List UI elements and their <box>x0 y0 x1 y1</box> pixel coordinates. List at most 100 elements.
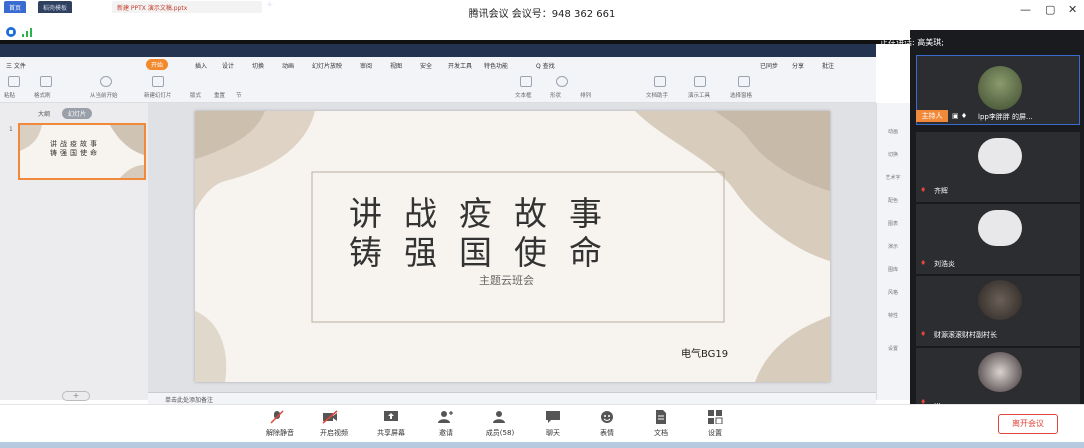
play-label: 从当前开始 <box>90 93 118 99</box>
tab-template[interactable]: 稻壳模板 <box>38 1 73 13</box>
tool-features[interactable]: 特性 <box>878 312 908 319</box>
tool-colors[interactable]: 配色 <box>878 197 908 204</box>
play-icon[interactable] <box>100 76 112 87</box>
participant-name: 齐辉 <box>934 187 948 195</box>
reactions-button[interactable]: 表情 <box>582 428 632 438</box>
tool-present[interactable]: 演示 <box>878 243 908 250</box>
menu-features[interactable]: 特色功能 <box>484 61 508 70</box>
host-badge: 主持人 <box>916 110 948 122</box>
menu-view[interactable]: 视图 <box>390 61 402 70</box>
tool-settings[interactable]: 设置 <box>878 345 908 352</box>
presentation-tools-label: 演示工具 <box>688 93 711 99</box>
slide-author[interactable]: 电气BG19 <box>681 345 728 360</box>
doc-assistant-label: 文档助手 <box>646 93 669 99</box>
tool-wordart[interactable]: 艺术字 <box>878 174 908 181</box>
share-screen-icon[interactable] <box>383 410 399 424</box>
menu-transition[interactable]: 切换 <box>252 61 264 70</box>
arrange-label: 排列 <box>580 93 592 99</box>
new-slide-label: 新建幻灯片 <box>144 93 172 99</box>
tab-document[interactable]: 新建 PPTX 演示文稿.pptx <box>112 1 262 13</box>
shape-icon[interactable] <box>556 76 568 87</box>
avatar <box>978 210 1022 246</box>
tool-gallery[interactable]: 图库 <box>878 266 908 273</box>
layout-label: 版式 <box>190 93 202 99</box>
selection-pane-label: 选择窗格 <box>730 93 753 99</box>
avatar <box>978 138 1022 174</box>
menu-animation[interactable]: 动画 <box>282 61 294 70</box>
menu-design[interactable]: 设计 <box>222 61 234 70</box>
chat-button[interactable]: 聊天 <box>528 428 578 438</box>
textbox-icon[interactable] <box>520 76 532 87</box>
menu-insert[interactable]: 插入 <box>195 61 207 70</box>
invite-icon[interactable] <box>437 410 453 424</box>
speaking-indicator: 正在讲话: 高美琪; <box>880 38 944 47</box>
tab-slides[interactable]: 幻灯片 <box>62 108 93 119</box>
security-shield-icon[interactable] <box>6 27 16 37</box>
members-button[interactable]: 成员(58) <box>475 428 525 438</box>
muted-mic-icon: ♦ <box>920 186 927 194</box>
tool-style[interactable]: 风格 <box>878 289 908 296</box>
tab-outline[interactable]: 大纲 <box>38 109 50 118</box>
chat-icon[interactable] <box>545 410 561 424</box>
muted-mic-icon: ♦ <box>920 259 927 267</box>
settings-button[interactable]: 设置 <box>690 428 740 438</box>
format-painter-label: 格式刷 <box>34 93 51 99</box>
invite-button[interactable]: 邀请 <box>421 428 471 438</box>
paste-icon[interactable] <box>8 76 20 87</box>
avatar <box>978 352 1022 392</box>
comment-button[interactable]: 批注 <box>822 61 834 70</box>
participant-name: lpp李胖胖 的屏... <box>978 113 1033 121</box>
participant-name: 财源滚滚财村副村长 <box>934 331 997 339</box>
os-taskbar <box>0 442 1084 448</box>
unmute-button[interactable]: 解除静音 <box>255 428 305 438</box>
start-video-button[interactable]: 开启视频 <box>309 428 359 438</box>
menu-file[interactable]: 三 文件 <box>6 61 26 70</box>
textbox-label: 文本框 <box>515 93 532 99</box>
thumbnail-number: 1 <box>9 126 13 133</box>
documents-icon[interactable] <box>653 410 669 424</box>
wps-tab-bar <box>0 44 876 57</box>
menu-search[interactable]: Q 查找 <box>536 61 555 70</box>
format-painter-icon[interactable] <box>40 76 52 87</box>
menu-slideshow[interactable]: 幻灯片放映 <box>312 61 342 70</box>
leave-meeting-button[interactable]: 离开会议 <box>998 414 1058 434</box>
doc-assistant-icon[interactable] <box>654 76 666 87</box>
share-screen-button[interactable]: 共享屏幕 <box>366 428 416 438</box>
notes-placeholder[interactable]: 单击此处添加备注 <box>165 395 213 404</box>
presentation-tools-icon[interactable] <box>694 76 706 87</box>
slide-title-line2[interactable]: 铸强国使命 <box>349 226 624 274</box>
mic-muted-icon[interactable] <box>269 410 285 424</box>
close-button[interactable]: ✕ <box>1068 3 1077 16</box>
new-tab-button[interactable]: + <box>266 0 274 12</box>
maximize-button[interactable]: ▢ <box>1045 3 1055 16</box>
share-button[interactable]: 分享 <box>792 61 804 70</box>
tool-transition[interactable]: 切换 <box>878 151 908 158</box>
tab-home[interactable]: 首页 <box>4 1 27 13</box>
minimize-button[interactable]: — <box>1020 3 1031 16</box>
avatar <box>978 280 1022 320</box>
signal-icon[interactable] <box>22 27 36 37</box>
menu-security[interactable]: 安全 <box>420 61 432 70</box>
menu-review[interactable]: 审阅 <box>360 61 372 70</box>
video-off-icon[interactable] <box>322 410 338 424</box>
reset-label: 重置 <box>214 93 226 99</box>
reactions-icon[interactable] <box>599 410 615 424</box>
menu-developer[interactable]: 开发工具 <box>448 61 472 70</box>
add-slide-button[interactable]: + <box>62 391 90 401</box>
mic-icon: ▣ ♦ <box>952 112 968 120</box>
tool-animation[interactable]: 动画 <box>878 128 908 135</box>
avatar <box>978 66 1022 110</box>
sync-status[interactable]: 已同步 <box>760 61 778 70</box>
slide-subtitle[interactable]: 主题云班会 <box>479 272 534 288</box>
settings-grid-icon[interactable] <box>707 410 723 424</box>
section-label: 节 <box>236 93 242 99</box>
notes-pane[interactable] <box>148 392 876 404</box>
new-slide-icon[interactable] <box>152 76 164 87</box>
paste-label: 粘贴 <box>4 93 16 99</box>
selection-pane-icon[interactable] <box>738 76 750 87</box>
documents-button[interactable]: 文档 <box>636 428 686 438</box>
tool-chart[interactable]: 图表 <box>878 220 908 227</box>
members-icon[interactable] <box>491 410 507 424</box>
menu-start[interactable]: 开始 <box>146 59 169 70</box>
thumbnail-title-line2: 铸强国使命 <box>50 149 100 157</box>
